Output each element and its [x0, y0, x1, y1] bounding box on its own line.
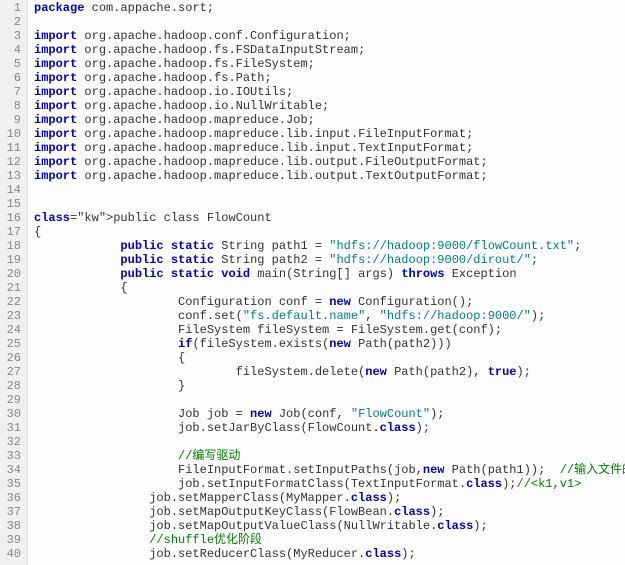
- code-line[interactable]: fileSystem.delete(new Path(path2), true)…: [34, 365, 625, 379]
- code-line[interactable]: import org.apache.hadoop.mapreduce.lib.o…: [34, 169, 625, 183]
- line-number: 2: [0, 15, 21, 29]
- code-line[interactable]: public static String path2 = "hdfs://had…: [34, 253, 625, 267]
- code-line[interactable]: {: [34, 225, 625, 239]
- code-line[interactable]: import org.apache.hadoop.mapreduce.lib.o…: [34, 155, 625, 169]
- code-line[interactable]: class="kw">public class FlowCount: [34, 211, 625, 225]
- code-line[interactable]: import org.apache.hadoop.mapreduce.lib.i…: [34, 141, 625, 155]
- code-line[interactable]: FileInputFormat.setInputPaths(job,new Pa…: [34, 463, 625, 477]
- line-number: 31: [0, 421, 21, 435]
- line-number: 8: [0, 99, 21, 113]
- line-number-gutter: 1234567891011121314151617181920212223242…: [0, 0, 28, 565]
- line-number: 21: [0, 281, 21, 295]
- line-number: 32: [0, 435, 21, 449]
- line-number: 4: [0, 43, 21, 57]
- line-number: 3: [0, 29, 21, 43]
- code-line[interactable]: import org.apache.hadoop.io.IOUtils;: [34, 85, 625, 99]
- code-line[interactable]: import org.apache.hadoop.fs.FileSystem;: [34, 57, 625, 71]
- line-number: 15: [0, 197, 21, 211]
- line-number: 23: [0, 309, 21, 323]
- line-number: 35: [0, 477, 21, 491]
- code-line[interactable]: public static String path1 = "hdfs://had…: [34, 239, 625, 253]
- code-editor-content[interactable]: package com.appache.sort; import org.apa…: [28, 0, 625, 565]
- code-line[interactable]: [34, 15, 625, 29]
- line-number: 36: [0, 491, 21, 505]
- code-line[interactable]: import org.apache.hadoop.mapreduce.lib.i…: [34, 127, 625, 141]
- line-number: 7: [0, 85, 21, 99]
- line-number: 20: [0, 267, 21, 281]
- line-number: 25: [0, 337, 21, 351]
- code-line[interactable]: job.setInputFormatClass(TextInputFormat.…: [34, 477, 625, 491]
- code-line[interactable]: [34, 197, 625, 211]
- code-line[interactable]: conf.set("fs.default.name", "hdfs://hado…: [34, 309, 625, 323]
- line-number: 18: [0, 239, 21, 253]
- line-number: 22: [0, 295, 21, 309]
- code-line[interactable]: import org.apache.hadoop.conf.Configurat…: [34, 29, 625, 43]
- code-line[interactable]: {: [34, 281, 625, 295]
- line-number: 12: [0, 155, 21, 169]
- code-line[interactable]: import org.apache.hadoop.fs.FSDataInputS…: [34, 43, 625, 57]
- line-number: 38: [0, 519, 21, 533]
- line-number: 19: [0, 253, 21, 267]
- code-line[interactable]: //shuffle优化阶段: [34, 533, 625, 547]
- code-line[interactable]: import org.apache.hadoop.io.NullWritable…: [34, 99, 625, 113]
- code-line[interactable]: job.setMapOutputValueClass(NullWritable.…: [34, 519, 625, 533]
- code-line[interactable]: //编写驱动: [34, 449, 625, 463]
- code-line[interactable]: import org.apache.hadoop.fs.Path;: [34, 71, 625, 85]
- line-number: 26: [0, 351, 21, 365]
- code-line[interactable]: public static void main(String[] args) t…: [34, 267, 625, 281]
- line-number: 27: [0, 365, 21, 379]
- line-number: 11: [0, 141, 21, 155]
- line-number: 5: [0, 57, 21, 71]
- line-number: 17: [0, 225, 21, 239]
- code-line[interactable]: [34, 183, 625, 197]
- code-line[interactable]: [34, 435, 625, 449]
- line-number: 13: [0, 169, 21, 183]
- line-number: 10: [0, 127, 21, 141]
- line-number: 14: [0, 183, 21, 197]
- line-number: 37: [0, 505, 21, 519]
- code-line[interactable]: if(fileSystem.exists(new Path(path2))): [34, 337, 625, 351]
- line-number: 9: [0, 113, 21, 127]
- code-line[interactable]: job.setJarByClass(FlowCount.class);: [34, 421, 625, 435]
- code-line[interactable]: job.setMapperClass(MyMapper.class);: [34, 491, 625, 505]
- line-number: 24: [0, 323, 21, 337]
- code-line[interactable]: Configuration conf = new Configuration()…: [34, 295, 625, 309]
- line-number: 16: [0, 211, 21, 225]
- code-line[interactable]: job.setReducerClass(MyReducer.class);: [34, 547, 625, 561]
- line-number: 1: [0, 1, 21, 15]
- code-line[interactable]: Job job = new Job(conf, "FlowCount");: [34, 407, 625, 421]
- line-number: 6: [0, 71, 21, 85]
- code-line[interactable]: package com.appache.sort;: [34, 1, 625, 15]
- line-number: 39: [0, 533, 21, 547]
- line-number: 30: [0, 407, 21, 421]
- code-line[interactable]: import org.apache.hadoop.mapreduce.Job;: [34, 113, 625, 127]
- line-number: 40: [0, 547, 21, 561]
- line-number: 28: [0, 379, 21, 393]
- code-line[interactable]: job.setMapOutputKeyClass(FlowBean.class)…: [34, 505, 625, 519]
- line-number: 33: [0, 449, 21, 463]
- line-number: 34: [0, 463, 21, 477]
- line-number: 29: [0, 393, 21, 407]
- code-line[interactable]: FileSystem fileSystem = FileSystem.get(c…: [34, 323, 625, 337]
- code-line[interactable]: {: [34, 351, 625, 365]
- code-line[interactable]: }: [34, 379, 625, 393]
- code-line[interactable]: [34, 393, 625, 407]
